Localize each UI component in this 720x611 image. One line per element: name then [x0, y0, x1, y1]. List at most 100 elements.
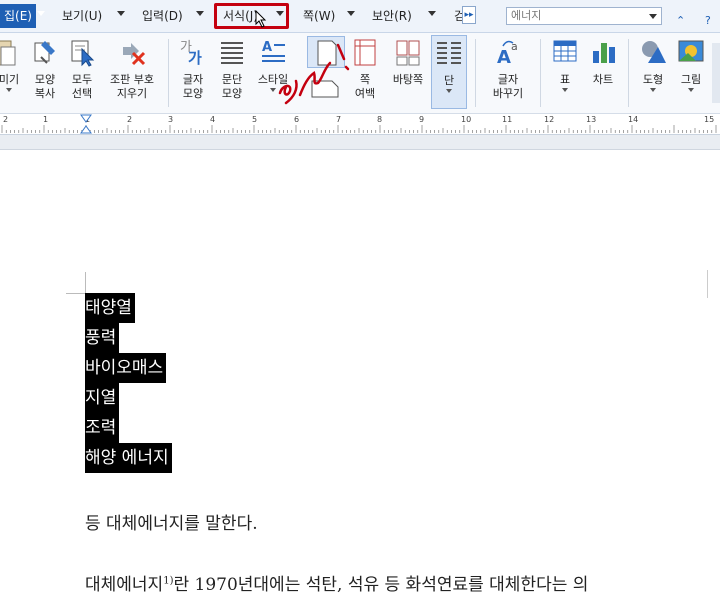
master-page-button[interactable]: 바탕쪽 [388, 37, 428, 87]
ruler-number: 7 [336, 115, 342, 124]
char-shape-label: 글자 모양 [182, 73, 204, 100]
format-painter-label: 모양 복사 [34, 73, 56, 100]
columns-label: 단 [443, 74, 455, 87]
help-icon[interactable]: ? [705, 14, 711, 27]
menu-view-dropdown-icon[interactable] [117, 11, 125, 16]
change-char-label: 글자 바꾸기 [492, 73, 524, 100]
char-shape-icon: 가 가 [180, 40, 202, 67]
paragraph-text[interactable]: 대체에너지1)란 1970년대에는 석탄, 석유 등 화석연료를 대체한다는 의 [85, 570, 588, 595]
expand-menu-icon[interactable]: ▸▸ [462, 6, 476, 24]
paste-button[interactable]: 미기 [0, 37, 22, 92]
ribbon-toolbar: 미기 모양 복사 모두 선택 조판 부호 지우기 가 가 글자 모양 문단 모양… [0, 33, 720, 114]
menu-insert-dropdown-icon[interactable] [196, 11, 204, 16]
menu-bar: 집(E) 보기(U) 입력(D) 서식(J) 쪽(W) 보안(R) 검 ▸▸ 에… [0, 0, 720, 33]
picture-button[interactable]: 그림 [674, 37, 708, 92]
ruler-number: 12 [544, 115, 555, 124]
search-dropdown-icon[interactable] [649, 14, 657, 19]
collapse-ribbon-icon[interactable]: ⌃ [676, 14, 685, 27]
ribbon-scroll-edge [712, 43, 720, 103]
ruler-number: 14 [628, 115, 639, 124]
ruler-ticks [1, 125, 717, 133]
master-page-icon [396, 40, 420, 66]
erase-markup-icon [123, 43, 146, 66]
ruler-number: 1 [43, 115, 49, 124]
selected-line[interactable]: 조력 [85, 413, 120, 443]
paragraph-term: 대체에너지 [85, 575, 164, 595]
ruler-number: 3 [168, 115, 174, 124]
selected-line[interactable]: 해양 에너지 [85, 443, 172, 473]
menu-security[interactable]: 보안(R) [372, 7, 412, 25]
search-value: 에너지 [511, 9, 542, 22]
ruler-number: 11 [502, 115, 513, 124]
ribbon-separator [540, 39, 541, 107]
char-shape-button[interactable]: 가 가 글자 모양 [176, 37, 210, 101]
master-page-label: 바탕쪽 [392, 73, 424, 86]
ruler-number: 2 [127, 115, 133, 124]
search-input[interactable]: 에너지 [506, 7, 662, 25]
change-char-button[interactable]: A a 글자 바꾸기 [485, 37, 531, 101]
horizontal-ruler[interactable]: 21123456789101112131415 [0, 114, 720, 135]
chart-button[interactable]: 차트 [586, 37, 620, 87]
shape-caret-icon [650, 88, 656, 92]
columns-button[interactable]: 단 [431, 35, 467, 109]
handwritten-annotation-icon [278, 43, 350, 105]
menu-security-dropdown-icon[interactable] [428, 11, 436, 16]
ribbon-separator [475, 39, 476, 107]
picture-caret-icon [688, 88, 694, 92]
footnote-ref[interactable]: 1) [163, 575, 173, 586]
chart-icon [593, 43, 615, 63]
shape-button[interactable]: 도형 [636, 37, 670, 92]
format-painter-icon [34, 41, 55, 64]
paste-label: 미기 [0, 73, 20, 86]
page-right-edge [707, 270, 720, 298]
ruler-number: 15 [704, 115, 715, 124]
indent-marker-icon[interactable] [80, 114, 92, 134]
ribbon-separator [168, 39, 169, 107]
table-label: 표 [559, 73, 571, 86]
ruler-number: 10 [461, 115, 472, 124]
format-painter-button[interactable]: 모양 복사 [28, 37, 62, 101]
ruler-number: 13 [586, 115, 597, 124]
selected-line[interactable]: 태양열 [85, 293, 135, 323]
chart-label: 차트 [592, 73, 614, 86]
shape-icon [642, 41, 666, 63]
menu-edit[interactable]: 집(E) [0, 4, 36, 28]
ruler-number: 4 [210, 115, 216, 124]
paragraph-shape-label: 문단 모양 [221, 73, 243, 100]
columns-caret-icon [446, 89, 452, 93]
paragraph-shape-icon [221, 42, 243, 64]
selected-line[interactable]: 바이오매스 [85, 353, 167, 383]
select-all-label: 모두 선택 [71, 73, 93, 100]
document-area[interactable]: 태양열 풍력 바이오매스 지열 조력 해양 에너지 등 대체에너지를 말한다. … [0, 150, 720, 611]
ruler-number: 8 [377, 115, 383, 124]
shape-label: 도형 [642, 73, 664, 86]
paragraph-shape-button[interactable]: 문단 모양 [215, 37, 249, 101]
picture-icon [678, 40, 704, 62]
clipboard-icon [0, 40, 16, 66]
table-button[interactable]: 표 [550, 37, 580, 92]
ruler-number: 6 [294, 115, 300, 124]
paragraph-rest: 란 1970년대에는 석탄, 석유 등 화석연료를 대체한다는 의 [173, 575, 589, 595]
page-gap [0, 135, 720, 150]
svg-text:A: A [497, 47, 511, 67]
selected-line[interactable]: 풍력 [85, 323, 120, 353]
menu-page-dropdown-icon[interactable] [347, 11, 355, 16]
select-all-button[interactable]: 모두 선택 [65, 37, 99, 101]
erase-markup-button[interactable]: 조판 부호 지우기 [104, 37, 160, 101]
page-corner-mark [66, 293, 85, 294]
annotation-highlight-box [214, 3, 289, 29]
menu-insert[interactable]: 입력(D) [142, 7, 183, 25]
menu-edit-dropdown-icon[interactable] [37, 11, 45, 16]
select-all-icon [71, 40, 95, 67]
change-char-icon: A a [497, 40, 518, 68]
selected-line[interactable]: 지열 [85, 383, 120, 413]
menu-page[interactable]: 쪽(W) [303, 7, 335, 25]
ruler-number: 9 [419, 115, 425, 124]
svg-text:가: 가 [188, 49, 202, 67]
paragraph-text[interactable]: 등 대체에너지를 말한다. [85, 509, 258, 534]
menu-view[interactable]: 보기(U) [62, 7, 102, 25]
table-icon [553, 40, 577, 62]
ruler-number: 5 [252, 115, 258, 124]
page-corner-mark [85, 272, 86, 293]
columns-icon [437, 42, 461, 64]
